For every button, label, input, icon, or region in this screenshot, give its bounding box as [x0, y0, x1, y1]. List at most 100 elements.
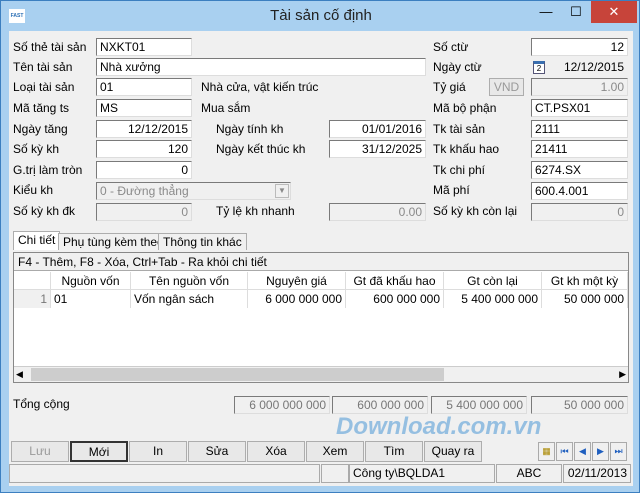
- label-so-ky: Số kỳ kh: [13, 142, 60, 156]
- cell-gt-da-kh[interactable]: 600 000 000: [346, 290, 444, 308]
- horizontal-scrollbar[interactable]: ◀ ▶: [14, 366, 628, 382]
- new-button[interactable]: Mới: [70, 441, 128, 462]
- view-button[interactable]: Xem: [306, 441, 364, 462]
- ma-phi-input[interactable]: 600.4.001: [531, 182, 628, 200]
- find-button[interactable]: Tìm: [365, 441, 423, 462]
- label-so-the: Số thẻ tài sản: [13, 40, 87, 54]
- scroll-left-icon[interactable]: ◀: [16, 369, 23, 380]
- gtri-lam-tron-input[interactable]: 0: [96, 161, 192, 179]
- label-ty-gia: Tỷ giá: [433, 80, 466, 94]
- ngay-tang-input[interactable]: 12/12/2015: [96, 120, 192, 138]
- label-ngay-ctu: Ngày ctừ: [433, 60, 482, 74]
- label-ngay-tang: Ngày tăng: [13, 122, 68, 136]
- totals-label: Tổng cộng: [13, 397, 70, 411]
- delete-button[interactable]: Xóa: [247, 441, 305, 462]
- total-gt-da-kh: 600 000 000: [332, 396, 428, 414]
- close-icon[interactable]: ✕: [591, 1, 637, 23]
- ngay-kt-input[interactable]: 31/12/2025: [329, 140, 426, 158]
- status-segment: [9, 464, 320, 483]
- scroll-right-icon[interactable]: ▶: [619, 369, 626, 380]
- grid-hint: F4 - Thêm, F8 - Xóa, Ctrl+Tab - Ra khỏi …: [14, 253, 628, 271]
- so-ky-dk-input[interactable]: 0: [96, 203, 192, 221]
- label-kieu-kh: Kiểu kh: [13, 183, 54, 197]
- notes-icon[interactable]: ▦: [538, 442, 555, 461]
- row-number: 1: [14, 290, 51, 308]
- ty-le-input[interactable]: 0.00: [329, 203, 426, 221]
- ngay-ctu-value: 12/12/2015: [563, 60, 624, 74]
- status-date: 02/11/2013: [563, 464, 631, 483]
- tk-cp-input[interactable]: 6274.SX: [531, 161, 628, 179]
- maximize-icon[interactable]: ☐: [561, 1, 591, 23]
- status-lang: ABC: [496, 464, 562, 483]
- tab-chi-tiet[interactable]: Chi tiết: [13, 231, 61, 250]
- label-ma-tang: Mã tăng ts: [13, 101, 70, 115]
- label-so-ky-dk: Số kỳ kh đk: [13, 204, 76, 218]
- col-header[interactable]: Gt kh một kỳ: [542, 272, 628, 290]
- label-loai: Loại tài sản: [13, 80, 75, 94]
- row-header-corner: [14, 272, 51, 290]
- tab-thong-tin-khac[interactable]: Thông tin khác: [158, 233, 247, 250]
- ma-tang-input[interactable]: MS: [96, 99, 192, 117]
- next-record-icon[interactable]: ▶: [592, 442, 609, 461]
- print-button[interactable]: In: [129, 441, 187, 462]
- label-ma-phi: Mã phí: [433, 183, 470, 197]
- ngay-tinh-input[interactable]: 01/01/2016: [329, 120, 426, 138]
- calendar-icon[interactable]: 2: [533, 61, 545, 74]
- loai-desc: Nhà cửa, vật kiến trúc: [201, 80, 319, 94]
- total-gt-kh-mot-ky: 50 000 000: [531, 396, 628, 414]
- scrollbar-thumb[interactable]: [31, 368, 444, 381]
- first-record-icon[interactable]: ⏮: [556, 442, 573, 461]
- ma-tang-desc: Mua sắm: [201, 101, 251, 115]
- so-ky-input[interactable]: 120: [96, 140, 192, 158]
- col-header[interactable]: Nguyên giá: [248, 272, 346, 290]
- loai-input[interactable]: 01: [96, 78, 192, 96]
- ty-gia-input[interactable]: 1.00: [531, 78, 628, 96]
- label-ty-le: Tỷ lệ kh nhanh: [216, 204, 295, 218]
- chevron-down-icon[interactable]: ▼: [275, 184, 289, 198]
- label-ma-bo-phan: Mã bộ phận: [433, 101, 497, 115]
- label-tk-kh: Tk khấu hao: [433, 142, 500, 156]
- label-tk-ts: Tk tài sản: [433, 122, 486, 136]
- so-the-input[interactable]: NXKT01: [96, 38, 192, 56]
- label-so-ky-con: Số kỳ kh còn lại: [433, 204, 518, 218]
- label-ngay-kt: Ngày kết thúc kh: [216, 142, 306, 156]
- col-header[interactable]: Gt đã khấu hao: [346, 272, 444, 290]
- kieu-kh-select[interactable]: 0 - Đường thẳng ▼: [96, 182, 291, 200]
- col-header[interactable]: Tên nguồn vốn: [131, 272, 248, 290]
- save-button[interactable]: Lưu: [11, 441, 69, 462]
- currency-button[interactable]: VND: [489, 78, 524, 96]
- so-ctu-input[interactable]: 12: [531, 38, 628, 56]
- col-header[interactable]: Nguồn vốn: [51, 272, 131, 290]
- col-header[interactable]: Gt còn lại: [444, 272, 542, 290]
- minimize-icon[interactable]: —: [531, 1, 561, 23]
- prev-record-icon[interactable]: ◀: [574, 442, 591, 461]
- kieu-kh-value: 0 - Đường thẳng: [100, 184, 189, 198]
- label-ngay-tinh: Ngày tính kh: [216, 122, 284, 136]
- ma-bo-phan-input[interactable]: CT.PSX01: [531, 99, 628, 117]
- total-nguyen-gia: 6 000 000 000: [234, 396, 330, 414]
- edit-button[interactable]: Sửa: [188, 441, 246, 462]
- detail-grid[interactable]: F4 - Thêm, F8 - Xóa, Ctrl+Tab - Ra khỏi …: [13, 252, 629, 383]
- status-company: Công ty\BQLDA1: [349, 464, 495, 483]
- label-tk-cp: Tk chi phí: [433, 163, 486, 177]
- watermark: Download.com.vn: [336, 413, 542, 440]
- last-record-icon[interactable]: ⏭: [610, 442, 627, 461]
- window: FAST Tài sản cố định — ☐ ✕ Số thẻ tài sả…: [0, 0, 640, 493]
- status-segment: [321, 464, 349, 483]
- ngay-ctu-input[interactable]: 2 12/12/2015: [531, 58, 628, 76]
- label-gtri-lam-tron: G.trị làm tròn: [13, 163, 83, 177]
- tk-ts-input[interactable]: 2111: [531, 120, 628, 138]
- exit-button[interactable]: Quay ra: [424, 441, 482, 462]
- cell-gt-kh-mot-ky[interactable]: 50 000 000: [542, 290, 628, 308]
- tab-phu-tung[interactable]: Phụ tùng kèm theo: [58, 233, 169, 250]
- cell-nguyen-gia[interactable]: 6 000 000 000: [248, 290, 346, 308]
- label-so-ctu: Số ctừ: [433, 40, 469, 54]
- tk-kh-input[interactable]: 21411: [531, 140, 628, 158]
- ten-input[interactable]: Nhà xưởng: [96, 58, 426, 76]
- cell-gt-con-lai[interactable]: 5 400 000 000: [444, 290, 542, 308]
- so-ky-con-input[interactable]: 0: [531, 203, 628, 221]
- label-ten: Tên tài sản: [13, 60, 73, 74]
- cell-nguon-von[interactable]: 01: [51, 290, 131, 308]
- total-gt-con-lai: 5 400 000 000: [431, 396, 527, 414]
- cell-ten-nguon-von[interactable]: Vốn ngân sách: [131, 290, 248, 308]
